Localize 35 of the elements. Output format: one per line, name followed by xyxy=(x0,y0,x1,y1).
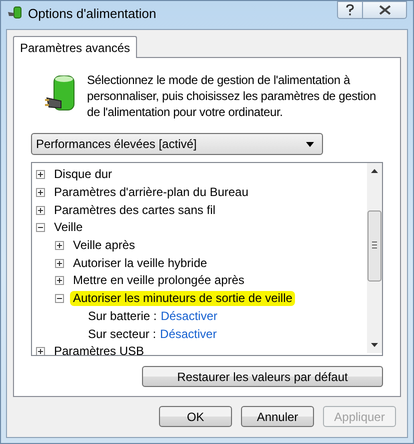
caret-icon xyxy=(306,142,314,146)
dialog-button[interactable]: Annuler xyxy=(241,406,314,427)
restore-defaults-button[interactable]: Restaurer les valeurs par défaut xyxy=(142,366,383,387)
setting-value-link[interactable]: Désactiver xyxy=(160,327,217,342)
tree-item[interactable]: Paramètres d'arrière-plan du Bureau xyxy=(51,185,252,200)
collapse-icon[interactable] xyxy=(36,223,45,232)
tree-item[interactable]: Paramètres des cartes sans fil xyxy=(51,202,218,218)
expand-icon[interactable] xyxy=(36,170,45,180)
tree-item[interactable]: Mettre en veille prolongée après xyxy=(70,273,248,288)
expand-icon[interactable] xyxy=(36,206,45,215)
expand-icon[interactable] xyxy=(55,258,64,268)
plan-dropdown[interactable]: Performances élevées [activé] xyxy=(31,133,323,155)
tree-item[interactable]: Disque dur xyxy=(51,167,116,182)
tree-item[interactable]: Paramètres USB xyxy=(51,344,148,355)
close-button[interactable] xyxy=(363,1,407,19)
expand-icon[interactable] xyxy=(55,276,64,286)
expand-icon[interactable] xyxy=(55,241,64,250)
window-title: Options d'alimentation xyxy=(28,6,156,20)
scrollbar[interactable] xyxy=(367,163,382,353)
setting-label: Sur secteur : xyxy=(88,327,156,342)
expand-icon[interactable] xyxy=(36,188,45,198)
help-icon xyxy=(345,4,355,16)
dialog-button[interactable]: OK xyxy=(159,406,232,427)
expand-icon[interactable] xyxy=(36,347,45,355)
tree-item[interactable]: Veille xyxy=(51,220,86,236)
tree-item[interactable]: Veille après xyxy=(70,238,138,254)
tree-item[interactable]: Autoriser la veille hybride xyxy=(70,256,210,271)
help-button[interactable] xyxy=(337,1,363,19)
collapse-icon[interactable] xyxy=(55,294,64,304)
setting-value-link[interactable]: Désactiver xyxy=(160,309,218,324)
tree-item[interactable]: Autoriser les minuteurs de sortie de veille xyxy=(70,291,296,306)
description-text: Sélectionnez le mode de gestion de l'alimentation à personnaliser, puis choisissez les paramètres de gestion de l'alimentation pour votre ordinateur. xyxy=(87,72,377,120)
tab[interactable]: Paramètres avancés xyxy=(13,36,138,58)
setting-label: Sur batterie : xyxy=(88,309,157,324)
close-icon xyxy=(378,5,390,15)
